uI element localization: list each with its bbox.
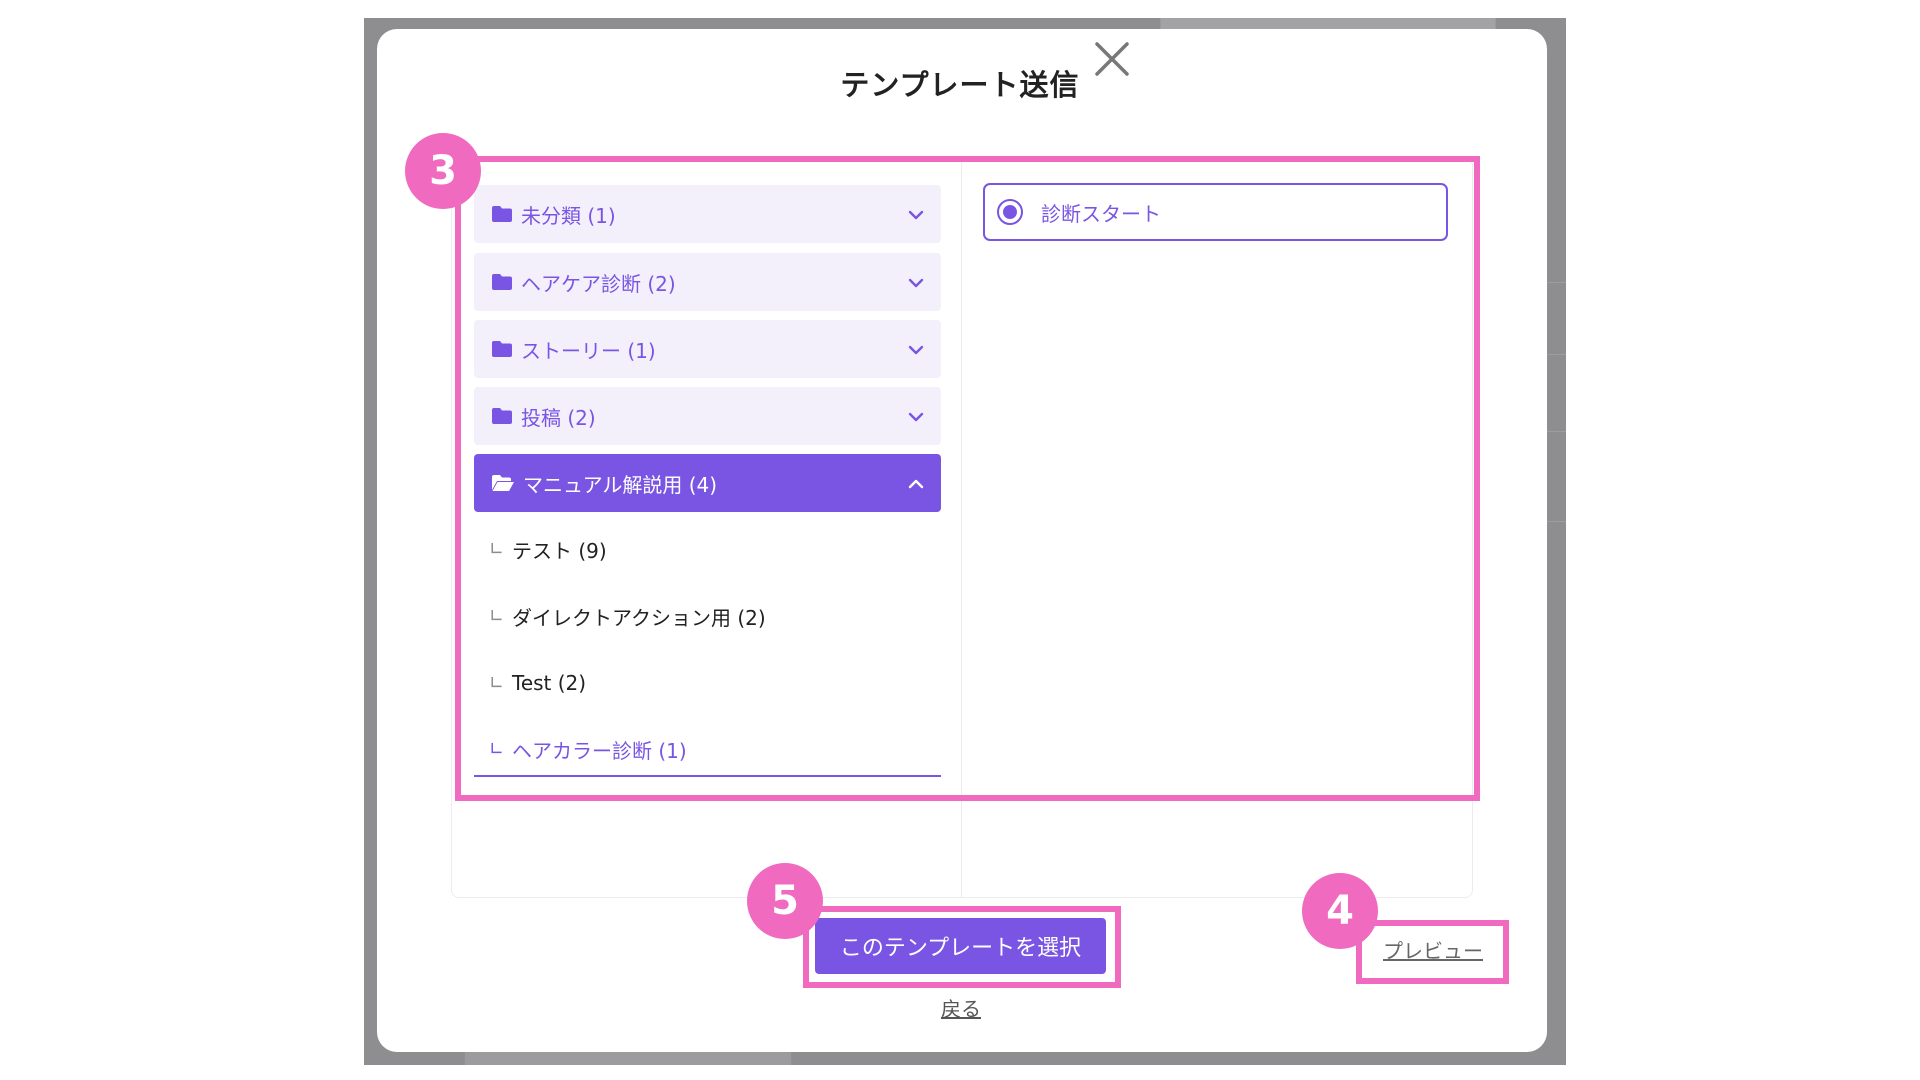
back-link[interactable]: 戻る bbox=[940, 993, 982, 1022]
callout-badge: 3 bbox=[405, 133, 481, 209]
callout-badge: 4 bbox=[1302, 873, 1378, 949]
highlight-select-button bbox=[803, 906, 1121, 988]
highlight-list-area bbox=[455, 156, 1480, 801]
callout-badge: 5 bbox=[747, 863, 823, 939]
highlight-preview bbox=[1356, 920, 1509, 984]
close-button[interactable] bbox=[1091, 38, 1133, 80]
close-icon bbox=[1095, 42, 1129, 76]
dialog-title: テンプレート送信 bbox=[840, 68, 1080, 102]
